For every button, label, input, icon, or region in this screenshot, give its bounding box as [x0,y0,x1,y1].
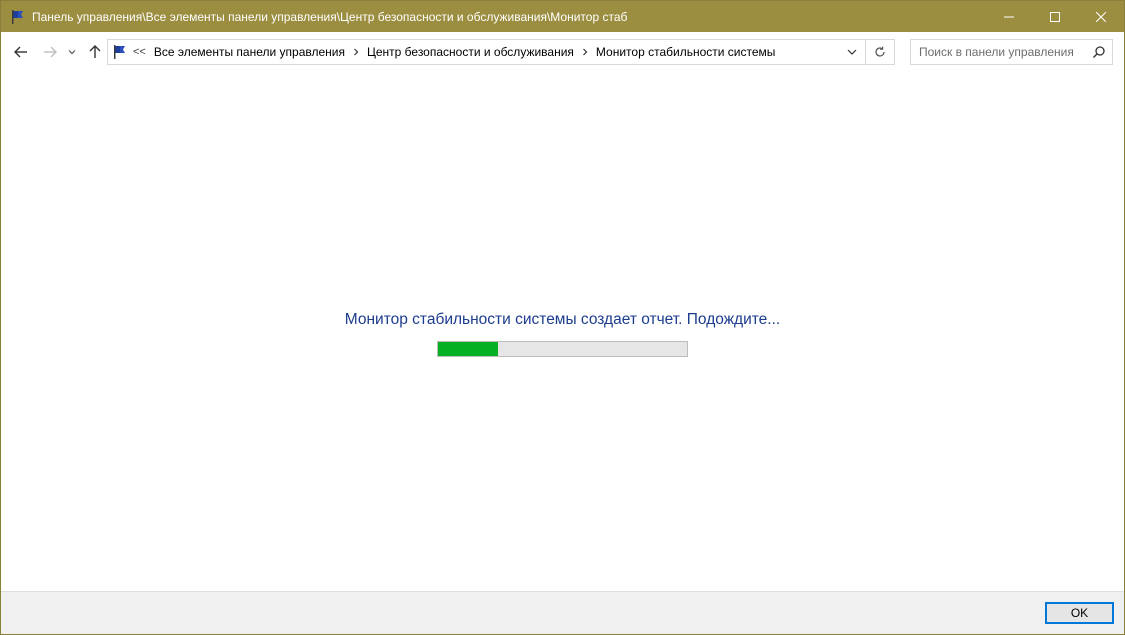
breadcrumb-separator[interactable] [574,48,596,56]
maximize-button[interactable] [1032,1,1078,32]
search-input[interactable] [919,45,1089,59]
back-arrow-icon [14,46,27,58]
window-controls [986,1,1124,32]
flag-icon [114,45,125,59]
address-overflow-button[interactable]: << [133,46,146,58]
progress-fill [438,342,498,356]
close-button[interactable] [1078,1,1124,32]
address-bar[interactable]: << Все элементы панели управления Центр … [107,39,895,65]
recent-locations-button[interactable] [63,41,81,63]
refresh-icon [875,46,885,57]
up-button[interactable] [84,41,106,63]
maximize-icon [1050,11,1060,22]
chevron-right-icon [354,48,359,56]
forward-arrow-icon [44,46,57,58]
back-button[interactable] [10,41,32,63]
chevron-down-icon [68,50,76,55]
search-icon[interactable] [1092,45,1106,59]
chevron-down-icon [847,49,857,55]
minimize-button[interactable] [986,1,1032,32]
address-dropdown-button[interactable] [840,40,864,64]
refresh-button[interactable] [865,40,894,64]
stability-monitor-window: Панель управления\Все элементы панели уп… [0,0,1125,635]
breadcrumb-security-center[interactable]: Центр безопасности и обслуживания [367,45,574,59]
title-bar[interactable]: Панель управления\Все элементы панели уп… [1,1,1124,32]
breadcrumb-stability-monitor[interactable]: Монитор стабильности системы [596,45,776,59]
status-message: Монитор стабильности системы создает отч… [344,311,781,328]
breadcrumb-all-items[interactable]: Все элементы панели управления [154,45,345,59]
main-content: Монитор стабильности системы создает отч… [1,74,1124,591]
window-title: Панель управления\Все элементы панели уп… [32,9,628,24]
report-progress-bar [437,341,688,357]
breadcrumb-separator[interactable] [345,48,367,56]
flag-icon [12,9,23,24]
footer-bar: OK [1,591,1124,634]
ok-button[interactable]: OK [1045,602,1114,624]
chevron-right-icon [582,48,588,56]
up-arrow-icon [89,45,101,58]
forward-button[interactable] [39,41,61,63]
minimize-icon [1004,16,1014,17]
search-box[interactable] [910,39,1113,65]
navigation-bar: << Все элементы панели управления Центр … [1,32,1124,74]
close-icon [1096,11,1106,22]
